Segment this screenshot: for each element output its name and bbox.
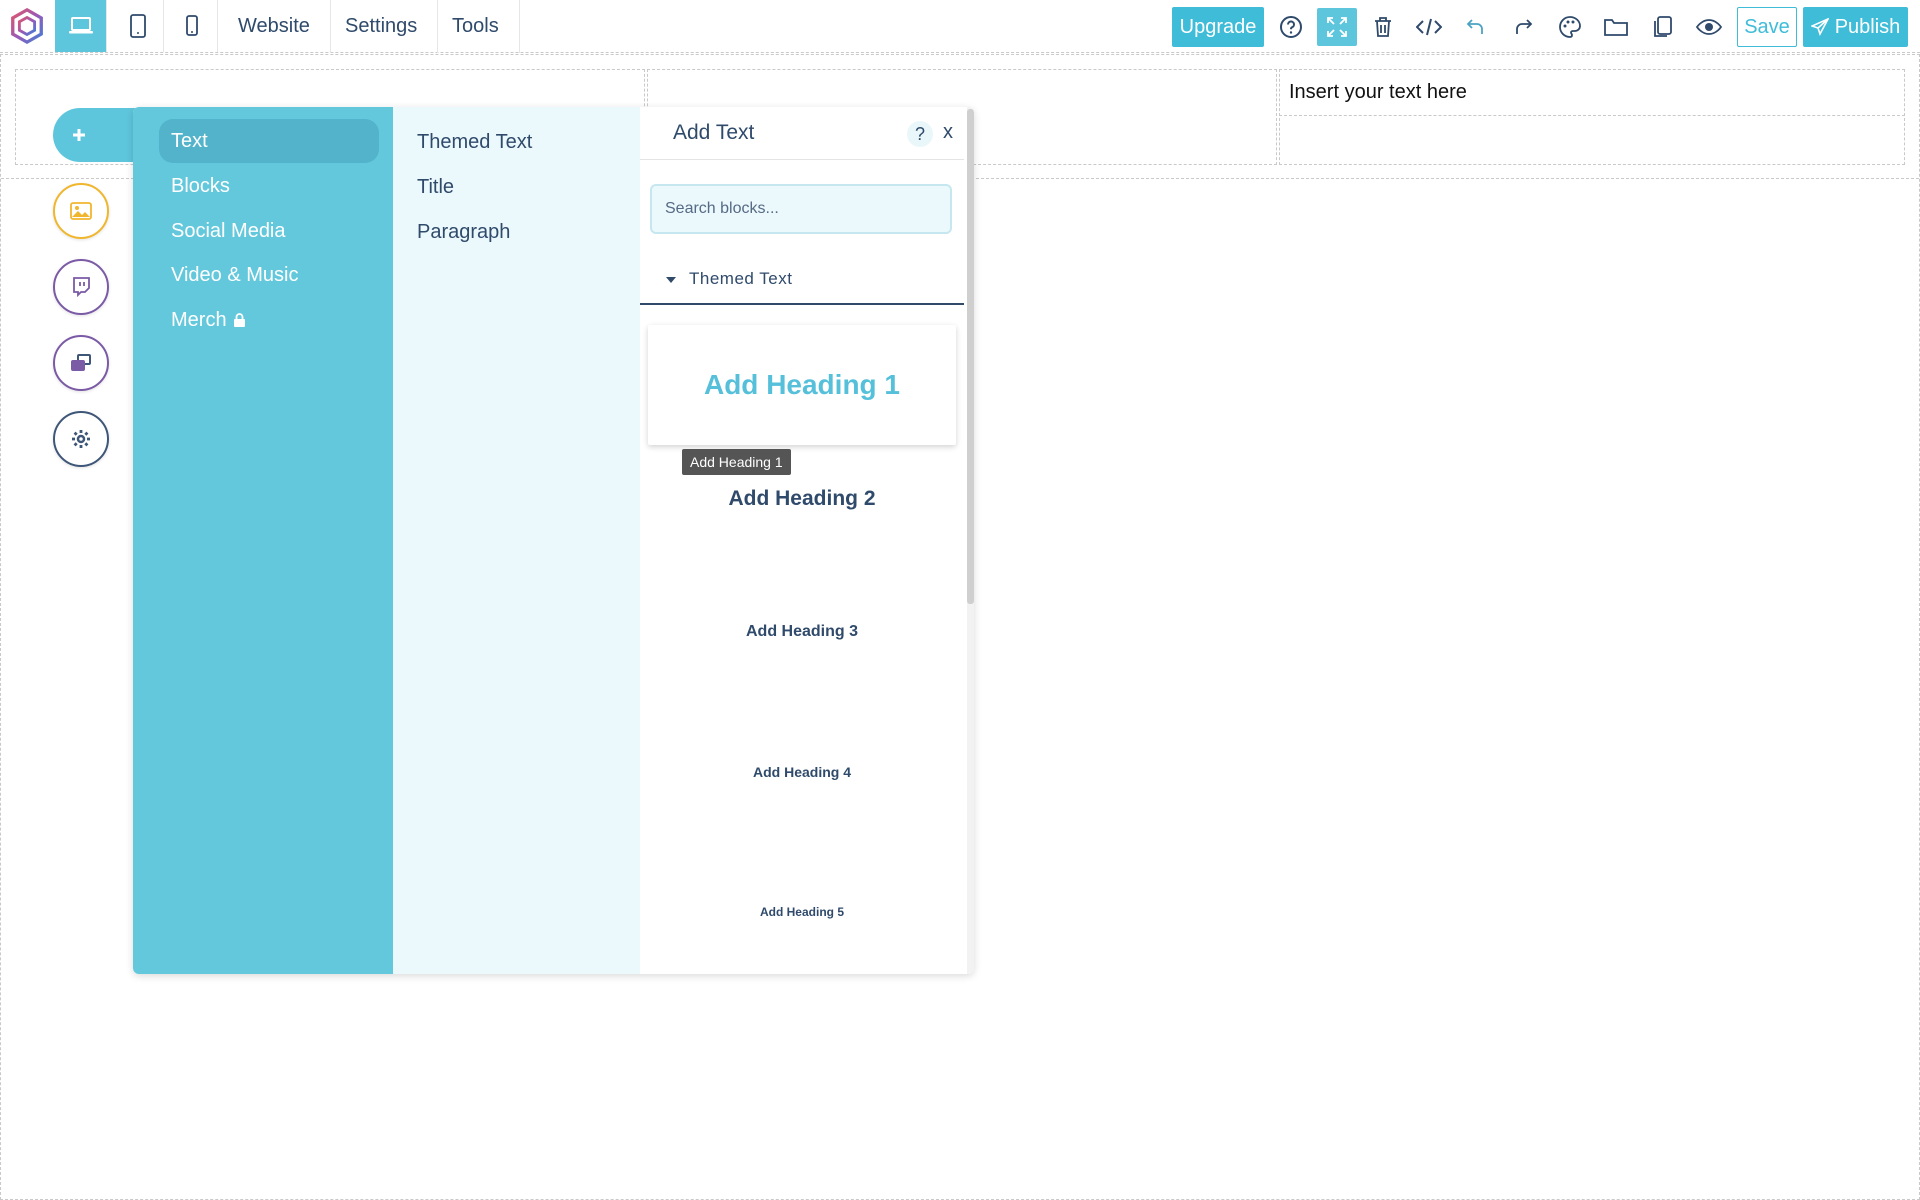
twitch-icon <box>73 277 90 297</box>
detail-help-button[interactable]: ? <box>907 121 933 147</box>
device-mobile-button[interactable] <box>166 0 218 52</box>
device-tablet-button[interactable] <box>112 0 164 52</box>
canvas-text-block[interactable]: Insert your text here <box>1279 70 1905 116</box>
pages-button[interactable] <box>1645 8 1681 46</box>
image-icon <box>70 202 92 220</box>
laptop-icon <box>68 17 93 34</box>
section-title: Themed Text <box>689 269 793 288</box>
menu-website[interactable]: Website <box>218 0 331 53</box>
category-social-media[interactable]: Social Media <box>159 209 379 253</box>
fullscreen-button[interactable] <box>1317 8 1357 46</box>
help-icon <box>1280 16 1302 38</box>
menu-tools[interactable]: Tools <box>432 0 520 53</box>
lock-icon <box>233 312 245 327</box>
code-icon <box>1416 18 1442 36</box>
redo-button[interactable] <box>1505 8 1541 46</box>
undo-button[interactable] <box>1458 8 1494 46</box>
add-element-button[interactable] <box>53 108 143 162</box>
save-button[interactable]: Save <box>1737 7 1797 47</box>
add-heading-4-block[interactable]: Add Heading 4 <box>640 747 964 797</box>
add-elements-panel: Text Blocks Social Media Video & Music M… <box>133 107 974 974</box>
paper-plane-icon <box>1810 18 1829 36</box>
plus-icon <box>73 129 85 141</box>
search-blocks-input[interactable] <box>650 184 952 234</box>
fullscreen-icon <box>1327 17 1347 37</box>
code-button[interactable] <box>1411 8 1447 46</box>
folder-icon <box>1604 19 1628 36</box>
copy-icon <box>1654 16 1672 37</box>
subcategory-list: Themed Text Title Paragraph <box>393 107 640 974</box>
phone-icon <box>185 15 198 36</box>
theme-button[interactable] <box>1552 8 1588 46</box>
publish-label: Publish <box>1834 15 1901 38</box>
category-text[interactable]: Text <box>159 119 379 163</box>
detail-title: Add Text <box>673 121 755 144</box>
publish-button[interactable]: Publish <box>1803 7 1908 47</box>
trash-icon <box>1375 17 1391 37</box>
category-list: Text Blocks Social Media Video & Music M… <box>133 107 393 974</box>
app-logo-icon[interactable] <box>8 6 46 46</box>
device-desktop-button[interactable] <box>55 0 107 52</box>
category-merch-label: Merch <box>171 308 227 331</box>
add-text-detail: Add Text ? x Themed Text Add Heading 1 A… <box>640 107 974 974</box>
detail-scrollbar-thumb[interactable] <box>967 109 974 604</box>
palette-icon <box>1559 16 1581 38</box>
add-heading-3-block[interactable]: Add Heading 3 <box>640 607 964 657</box>
redo-icon <box>1516 19 1533 34</box>
themed-text-section-header[interactable]: Themed Text <box>640 269 964 305</box>
subitem-paragraph[interactable]: Paragraph <box>417 221 510 244</box>
category-blocks[interactable]: Blocks <box>159 164 379 208</box>
settings-button[interactable] <box>53 411 109 467</box>
eye-icon <box>1696 19 1722 35</box>
add-heading-2-block[interactable]: Add Heading 2 <box>640 469 964 529</box>
gear-icon <box>72 430 90 448</box>
add-heading-5-block[interactable]: Add Heading 5 <box>640 887 964 937</box>
menu-settings[interactable]: Settings <box>325 0 439 53</box>
detail-close-button[interactable]: x <box>943 121 953 144</box>
caret-down-icon <box>666 277 676 283</box>
tablet-icon <box>129 14 146 38</box>
media-button[interactable] <box>53 183 109 239</box>
category-merch[interactable]: Merch <box>159 298 379 342</box>
upgrade-button[interactable]: Upgrade <box>1172 7 1264 47</box>
add-heading-1-block[interactable]: Add Heading 1 <box>648 325 956 445</box>
twitch-button[interactable] <box>53 259 109 315</box>
layers-icon <box>71 354 91 371</box>
help-button[interactable] <box>1273 8 1309 46</box>
top-toolbar: Website Settings Tools Upgrade Save Publ… <box>0 0 1920 53</box>
preview-button[interactable] <box>1691 8 1727 46</box>
files-button[interactable] <box>1598 8 1634 46</box>
undo-icon <box>1466 19 1483 34</box>
delete-button[interactable] <box>1365 8 1401 46</box>
subitem-themed-text[interactable]: Themed Text <box>417 131 532 154</box>
layers-button[interactable] <box>53 335 109 391</box>
detail-divider <box>640 159 964 160</box>
subitem-title[interactable]: Title <box>417 176 454 199</box>
category-video-music[interactable]: Video & Music <box>159 253 379 297</box>
